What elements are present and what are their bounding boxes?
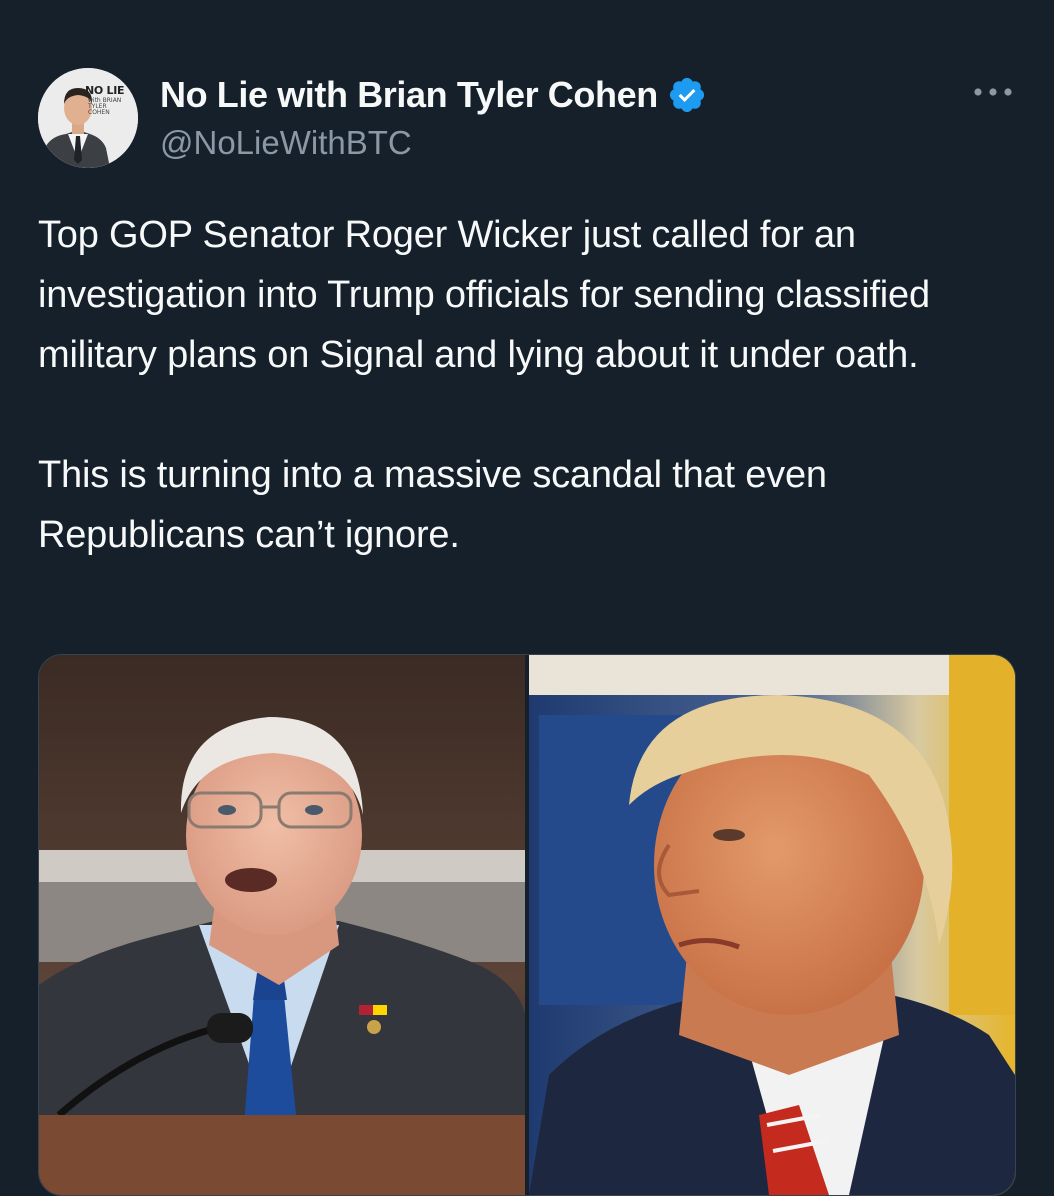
tweet-paragraph-2: This is turning into a massive scandal t… <box>38 454 827 556</box>
display-name-row: No Lie with Brian Tyler Cohen <box>160 72 707 118</box>
avatar-logo-title: NO LIE <box>85 84 125 97</box>
avatar-logo-sub: with BRIAN TYLER COHEN <box>88 97 122 116</box>
tweet-paragraph-1: Top GOP Senator Roger Wicker just called… <box>38 214 930 376</box>
display-name[interactable]: No Lie with Brian Tyler Cohen <box>160 74 658 116</box>
avatar[interactable]: NO LIE with BRIAN TYLER COHEN <box>38 68 138 168</box>
handle[interactable]: @NoLieWithBTC <box>160 124 707 162</box>
tweet-media-grid <box>38 654 1016 1196</box>
avatar-portrait <box>38 68 138 168</box>
author-info: No Lie with Brian Tyler Cohen @NoLieWith… <box>160 72 707 162</box>
senator-photo[interactable] <box>39 655 525 1195</box>
tweet-card: NO LIE with BRIAN TYLER COHEN No Lie wit… <box>0 0 1054 1196</box>
tweet-text: Top GOP Senator Roger Wicker just called… <box>38 205 1023 565</box>
tweet-header: NO LIE with BRIAN TYLER COHEN No Lie wit… <box>38 68 1018 168</box>
verified-badge-icon[interactable] <box>667 75 707 115</box>
senator-photo-image <box>39 655 525 1195</box>
more-horizontal-icon[interactable] <box>972 80 1020 104</box>
trump-photo-image <box>529 655 1015 1195</box>
trump-photo[interactable] <box>529 655 1015 1195</box>
